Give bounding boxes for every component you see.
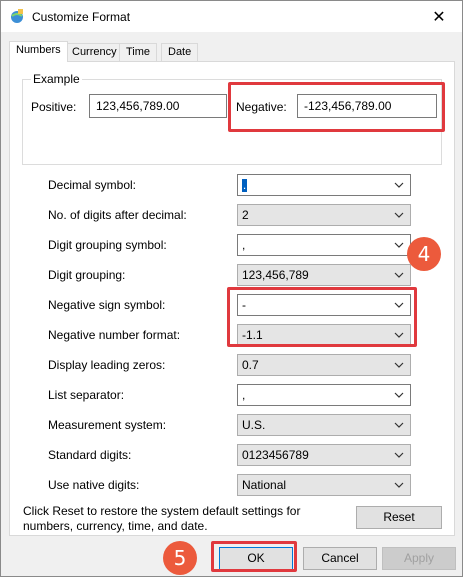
- reset-button[interactable]: Reset: [356, 506, 442, 529]
- digit-grouping-symbol-combo[interactable]: ,: [237, 234, 411, 256]
- tab-currency[interactable]: Currency: [65, 43, 124, 61]
- list-separator-label: List separator:: [48, 388, 125, 402]
- digits-after-decimal-label: No. of digits after decimal:: [48, 208, 187, 222]
- digit-grouping-value: 123,456,789: [242, 268, 309, 282]
- digits-after-decimal-select[interactable]: 2: [237, 204, 411, 226]
- close-icon: ✕: [432, 8, 446, 26]
- window-title: Customize Format: [32, 10, 131, 24]
- display-leading-zeros-label: Display leading zeros:: [48, 358, 166, 372]
- digit-grouping-symbol-value: ,: [242, 238, 246, 252]
- decimal-symbol-label: Decimal symbol:: [48, 178, 137, 192]
- use-native-digits-label: Use native digits:: [48, 478, 140, 492]
- negative-sign-symbol-label: Negative sign symbol:: [48, 298, 166, 312]
- reset-description: Click Reset to restore the system defaul…: [23, 504, 301, 533]
- chevron-down-icon: [394, 242, 404, 248]
- standard-digits-label: Standard digits:: [48, 448, 132, 462]
- negative-settings-highlight: [227, 287, 417, 347]
- display-leading-zeros-select[interactable]: 0.7: [237, 354, 411, 376]
- chevron-down-icon: [394, 362, 404, 368]
- control-panel-icon: [11, 9, 23, 23]
- chevron-down-icon: [394, 212, 404, 218]
- negative-example-highlight: [228, 82, 445, 132]
- tab-time[interactable]: Time: [119, 43, 158, 61]
- display-leading-zeros-value: 0.7: [242, 358, 259, 372]
- chevron-down-icon: [394, 482, 404, 488]
- step-4-badge: 4: [407, 237, 441, 271]
- list-separator-value: ,: [242, 388, 246, 402]
- digit-grouping-label: Digit grouping:: [48, 268, 126, 282]
- positive-example-field: 123,456,789.00: [89, 94, 227, 118]
- measurement-system-select[interactable]: U.S.: [237, 414, 411, 436]
- digits-after-decimal-value: 2: [242, 208, 249, 222]
- chevron-down-icon: [394, 182, 404, 188]
- decimal-symbol-combo[interactable]: .: [237, 174, 411, 196]
- chevron-down-icon: [394, 422, 404, 428]
- list-separator-combo[interactable]: ,: [237, 384, 411, 406]
- chevron-down-icon: [394, 392, 404, 398]
- measurement-system-value: U.S.: [242, 418, 266, 432]
- standard-digits-select[interactable]: 0123456789: [237, 444, 411, 466]
- decimal-symbol-value: .: [242, 178, 247, 192]
- digit-grouping-select[interactable]: 123,456,789: [237, 264, 411, 286]
- tab-numbers[interactable]: Numbers: [9, 41, 68, 62]
- chevron-down-icon: [394, 272, 404, 278]
- close-button[interactable]: ✕: [416, 1, 462, 32]
- ok-button-highlight: [211, 541, 297, 572]
- decimal-symbol-value-wrap: .: [242, 178, 247, 192]
- example-group-label: Example: [31, 72, 82, 86]
- apply-button[interactable]: Apply: [382, 547, 456, 570]
- title-bar[interactable]: Customize Format ✕: [1, 1, 462, 32]
- use-native-digits-value: National: [242, 478, 287, 492]
- tab-date[interactable]: Date: [161, 43, 199, 61]
- negative-number-format-label: Negative number format:: [48, 328, 181, 342]
- chevron-down-icon: [394, 452, 404, 458]
- positive-label: Positive:: [31, 100, 77, 114]
- standard-digits-value: 0123456789: [242, 448, 309, 462]
- digit-grouping-symbol-label: Digit grouping symbol:: [48, 238, 167, 252]
- measurement-system-label: Measurement system:: [48, 418, 167, 432]
- cancel-button[interactable]: Cancel: [303, 547, 377, 570]
- step-5-badge: 5: [163, 541, 197, 575]
- use-native-digits-select[interactable]: National: [237, 474, 411, 496]
